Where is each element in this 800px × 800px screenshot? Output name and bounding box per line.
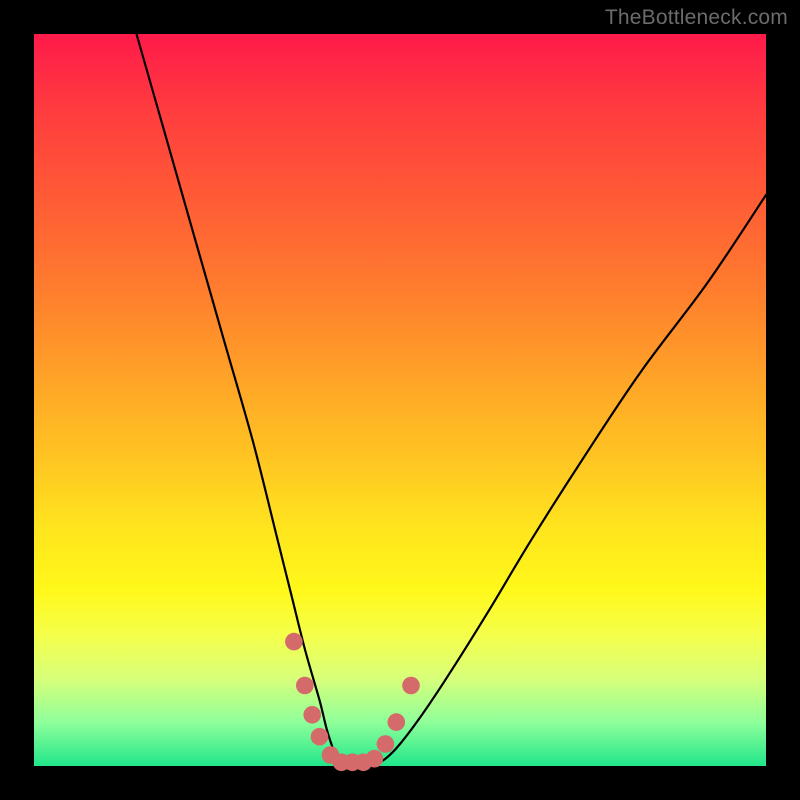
curve-marker (388, 713, 406, 731)
curve-marker (296, 677, 314, 695)
bottleneck-curve (137, 34, 767, 767)
curve-marker (377, 735, 395, 753)
chart-frame: TheBottleneck.com (0, 0, 800, 800)
curve-marker (285, 633, 303, 651)
chart-plot-area (34, 34, 766, 766)
watermark-text: TheBottleneck.com (605, 6, 788, 30)
chart-svg (34, 34, 766, 766)
curve-marker (303, 706, 321, 724)
curve-marker (402, 677, 420, 695)
curve-marker (311, 728, 329, 746)
curve-marker (366, 750, 384, 768)
